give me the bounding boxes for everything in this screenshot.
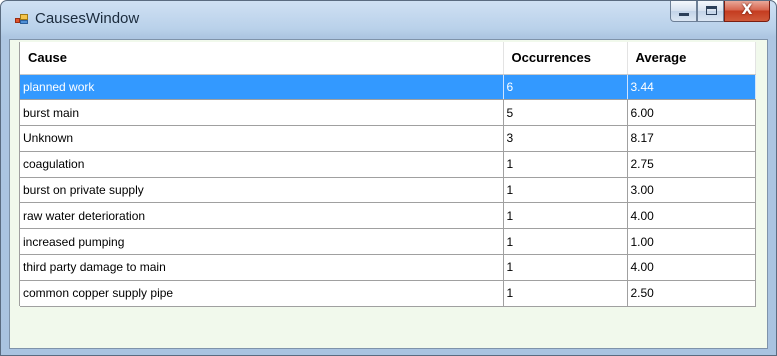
- cell-occurrences[interactable]: 5: [503, 99, 628, 127]
- cell-average[interactable]: 1.00: [627, 228, 756, 256]
- title-bar[interactable]: CausesWindow X: [1, 1, 776, 39]
- cell-average[interactable]: 4.00: [627, 202, 756, 230]
- table-row[interactable]: increased pumping 1 1.00: [20, 228, 756, 256]
- cell-average[interactable]: 4.00: [627, 254, 756, 281]
- cell-occurrences[interactable]: 6: [503, 74, 628, 101]
- cell-occurrences[interactable]: 3: [503, 125, 628, 152]
- table-row[interactable]: burst main 5 6.00: [20, 99, 756, 127]
- maximize-icon: [706, 6, 717, 15]
- causes-window: CausesWindow X Cause Occurrences Average…: [0, 0, 777, 356]
- cell-occurrences[interactable]: 1: [503, 228, 628, 256]
- caption-buttons: X: [670, 1, 770, 23]
- grid-body: planned work 6 3.44 burst main 5 6.00 Unknown 3…: [20, 74, 756, 307]
- cell-cause[interactable]: raw water deterioration: [20, 202, 504, 230]
- table-row[interactable]: common copper supply pipe 1 2.50: [20, 280, 756, 307]
- causes-data-grid[interactable]: Cause Occurrences Average planned work 6 3…: [19, 42, 756, 307]
- cell-average[interactable]: 3.44: [627, 74, 756, 101]
- cell-occurrences[interactable]: 1: [503, 202, 628, 230]
- cell-occurrences[interactable]: 1: [503, 254, 628, 281]
- table-row[interactable]: third party damage to main 1 4.00: [20, 254, 756, 281]
- maximize-button[interactable]: [697, 1, 724, 22]
- table-row[interactable]: raw water deterioration 1 4.00: [20, 202, 756, 230]
- cell-average[interactable]: 2.50: [627, 280, 756, 307]
- close-icon: X: [741, 2, 753, 18]
- window-title: CausesWindow: [35, 10, 140, 27]
- column-header-occurrences[interactable]: Occurrences: [503, 42, 628, 75]
- close-button[interactable]: X: [724, 1, 770, 22]
- cell-cause[interactable]: coagulation: [20, 151, 504, 178]
- column-header-cause[interactable]: Cause: [20, 42, 504, 75]
- app-window-icon[interactable]: [15, 13, 29, 25]
- header-row: Cause Occurrences Average: [20, 42, 756, 75]
- cell-occurrences[interactable]: 1: [503, 177, 628, 204]
- cell-occurrences[interactable]: 1: [503, 280, 628, 307]
- table-row[interactable]: burst on private supply 1 3.00: [20, 177, 756, 204]
- cell-average[interactable]: 6.00: [627, 99, 756, 127]
- cell-cause[interactable]: common copper supply pipe: [20, 280, 504, 307]
- minimize-icon: [679, 13, 689, 16]
- cell-cause[interactable]: planned work: [20, 74, 504, 101]
- table-row[interactable]: coagulation 1 2.75: [20, 151, 756, 178]
- client-area: Cause Occurrences Average planned work 6 3…: [9, 39, 768, 349]
- cell-average[interactable]: 3.00: [627, 177, 756, 204]
- causes-table: Cause Occurrences Average planned work 6 3…: [20, 42, 756, 307]
- cell-cause[interactable]: burst main: [20, 99, 504, 127]
- cell-average[interactable]: 2.75: [627, 151, 756, 178]
- cell-cause[interactable]: Unknown: [20, 125, 504, 152]
- cell-average[interactable]: 8.17: [627, 125, 756, 152]
- cell-occurrences[interactable]: 1: [503, 151, 628, 178]
- cell-cause[interactable]: increased pumping: [20, 228, 504, 256]
- column-header-average[interactable]: Average: [627, 42, 756, 75]
- table-row[interactable]: Unknown 3 8.17: [20, 125, 756, 152]
- cell-cause[interactable]: third party damage to main: [20, 254, 504, 281]
- minimize-button[interactable]: [670, 1, 697, 22]
- cell-cause[interactable]: burst on private supply: [20, 177, 504, 204]
- table-row[interactable]: planned work 6 3.44: [20, 74, 756, 101]
